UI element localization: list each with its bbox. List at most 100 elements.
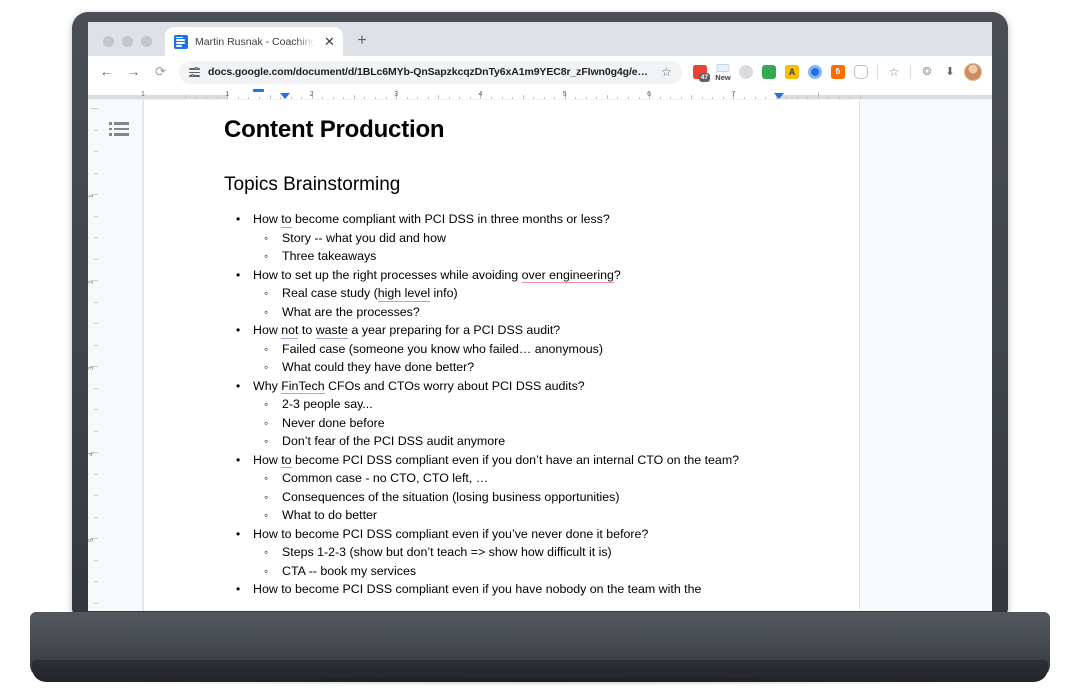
avatar[interactable] <box>962 61 984 83</box>
download-icon[interactable]: ⬇ <box>939 61 961 83</box>
ruler-tick <box>216 96 218 99</box>
orange-extension-icon[interactable]: ƃ <box>827 61 849 83</box>
ruler-tick <box>680 96 682 99</box>
browser-tab-active[interactable]: Martin Rusnak - Coaching Wo ✕ <box>165 27 343 56</box>
list-item[interactable]: How not to waste a year preparing for a … <box>224 321 809 377</box>
left-indent-marker[interactable] <box>279 93 290 99</box>
extension-badge-count: 47 <box>698 73 710 82</box>
spellcheck-mark[interactable]: over engineering <box>521 267 614 283</box>
minimize-window-button[interactable] <box>122 36 133 47</box>
topics-sublist: Steps 1-2-3 (show but don’t teach => sho… <box>253 543 809 580</box>
extension-glyph: A <box>788 66 796 77</box>
ruler-tick <box>459 96 461 99</box>
gray-circle-extension-icon[interactable] <box>735 61 757 83</box>
forward-icon[interactable]: → <box>121 60 146 85</box>
ruler-tick <box>606 95 608 99</box>
list-item[interactable]: Never done before <box>253 414 809 433</box>
right-indent-marker[interactable] <box>773 93 784 99</box>
back-icon[interactable]: ← <box>94 60 119 85</box>
leaf-icon[interactable]: ❂ <box>916 61 938 83</box>
list-item[interactable]: Steps 1-2-3 (show but don’t teach => sho… <box>253 543 809 562</box>
list-item-text: How to become compliant with PCI DSS in … <box>253 212 610 228</box>
document-page[interactable]: Content Production Topics Brainstorming … <box>143 100 860 611</box>
spellcheck-mark[interactable]: to <box>281 452 292 468</box>
ruler-tick <box>185 95 187 99</box>
list-item-text: What are the processes? <box>282 305 420 319</box>
list-item-text: Don’t fear of the PCI DSS audit anymore <box>282 434 505 448</box>
ruler-tick <box>765 96 767 99</box>
list-item[interactable]: CTA -- book my services <box>253 562 809 581</box>
list-item[interactable]: How to become compliant with PCI DSS in … <box>224 210 809 266</box>
bookmark-star-icon[interactable]: ☆ <box>661 66 673 78</box>
list-item-text: Common case - no CTO, CTO left, … <box>282 471 488 485</box>
list-item[interactable]: Common case - no CTO, CTO left, … <box>253 469 809 488</box>
ruler-tick <box>427 96 429 99</box>
list-item[interactable]: What to do better <box>253 506 809 525</box>
spellcheck-mark[interactable]: not <box>281 323 299 339</box>
list-item[interactable]: How to become PCI DSS compliant even if … <box>224 451 809 525</box>
document-outline-icon[interactable] <box>109 122 131 137</box>
blue-circle-extension-icon[interactable] <box>804 61 826 83</box>
ruler-tick <box>722 96 724 99</box>
list-item[interactable]: What could they have done better? <box>253 358 809 377</box>
green-extension-icon[interactable] <box>758 61 780 83</box>
list-item[interactable]: How to set up the right processes while … <box>224 266 809 322</box>
list-item[interactable]: How to become PCI DSS compliant even if … <box>224 525 809 581</box>
window-traffic-lights <box>88 36 165 56</box>
list-item-text: Never done before <box>282 416 385 430</box>
list-item[interactable]: Failed case (someone you know who failed… <box>253 340 809 359</box>
spellcheck-mark[interactable]: to <box>281 212 292 228</box>
ruler-tick <box>364 96 366 99</box>
google-docs-icon <box>174 34 188 49</box>
horizontal-ruler[interactable]: 1 2 3 4 5 6 7 1 <box>88 88 992 100</box>
address-bar[interactable]: docs.google.com/document/d/1BLc6MYb-QnSa… <box>179 60 682 84</box>
list-item[interactable]: Don’t fear of the PCI DSS audit anymore <box>253 432 809 451</box>
ruler-tick <box>701 96 703 99</box>
vruler-number: 3 <box>88 366 95 370</box>
close-icon[interactable]: ✕ <box>322 34 337 49</box>
ruler-tick <box>512 96 514 99</box>
ruler-tick <box>237 96 239 99</box>
ruler-tick <box>744 96 745 99</box>
list-item[interactable]: Three takeaways <box>253 247 809 266</box>
spellcheck-mark[interactable]: waste <box>315 323 349 339</box>
ruler-tick <box>332 96 334 99</box>
ruler-number: 2 <box>309 91 314 98</box>
maximize-window-button[interactable] <box>141 36 152 47</box>
grammarly-extension-icon[interactable]: A <box>781 61 803 83</box>
list-item[interactable]: Consequences of the situation (losing bu… <box>253 488 809 507</box>
reload-icon[interactable]: ⟳ <box>148 60 173 85</box>
laptop-screen: Martin Rusnak - Coaching Wo ✕ + ← → ⟳ do… <box>88 22 992 611</box>
ruler-number: 7 <box>731 91 736 98</box>
ruler-tick <box>374 96 376 99</box>
new-extension-icon[interactable]: New <box>712 61 734 83</box>
list-item[interactable]: Why FinTech CFOs and CTOs worry about PC… <box>224 377 809 451</box>
new-tab-button[interactable]: + <box>349 28 375 54</box>
browser-toolbar: ← → ⟳ docs.google.com/document/d/1BLc6MY… <box>88 56 992 88</box>
outline-extension-icon[interactable] <box>850 61 872 83</box>
list-item[interactable]: How to become PCI DSS compliant even if … <box>224 580 809 599</box>
vertical-ruler[interactable]: 123456 <box>88 100 98 611</box>
ruler-tick <box>659 96 661 99</box>
spellcheck-mark[interactable]: FinTech <box>281 378 325 394</box>
ruler-tick <box>195 96 197 99</box>
list-item-text: Failed case (someone you know who failed… <box>282 342 603 356</box>
bookmark-star-toolbar-icon[interactable]: ☆ <box>883 61 905 83</box>
list-item-text: 2-3 people say... <box>282 397 373 411</box>
ruler-tick <box>406 96 408 99</box>
list-item[interactable]: Real case study (high level info) <box>253 284 809 303</box>
ruler-tick <box>469 96 471 99</box>
badge-extension-icon[interactable]: 47 <box>689 61 711 83</box>
close-window-button[interactable] <box>103 36 114 47</box>
list-item[interactable]: What are the processes? <box>253 303 809 322</box>
list-item[interactable]: 2-3 people say... <box>253 395 809 414</box>
list-item[interactable]: Story -- what you did and how <box>253 229 809 248</box>
document-workarea: 123456 Content Production Topics Brainst… <box>88 100 992 611</box>
site-settings-icon[interactable] <box>189 66 200 77</box>
extension-glyph-orange: ƃ <box>835 67 841 76</box>
spellcheck-mark[interactable]: high level <box>377 286 431 302</box>
ruler-tick <box>385 96 387 99</box>
ruler-tick <box>754 96 756 99</box>
first-line-indent-marker[interactable] <box>252 88 264 92</box>
ruler-tick <box>322 96 324 99</box>
